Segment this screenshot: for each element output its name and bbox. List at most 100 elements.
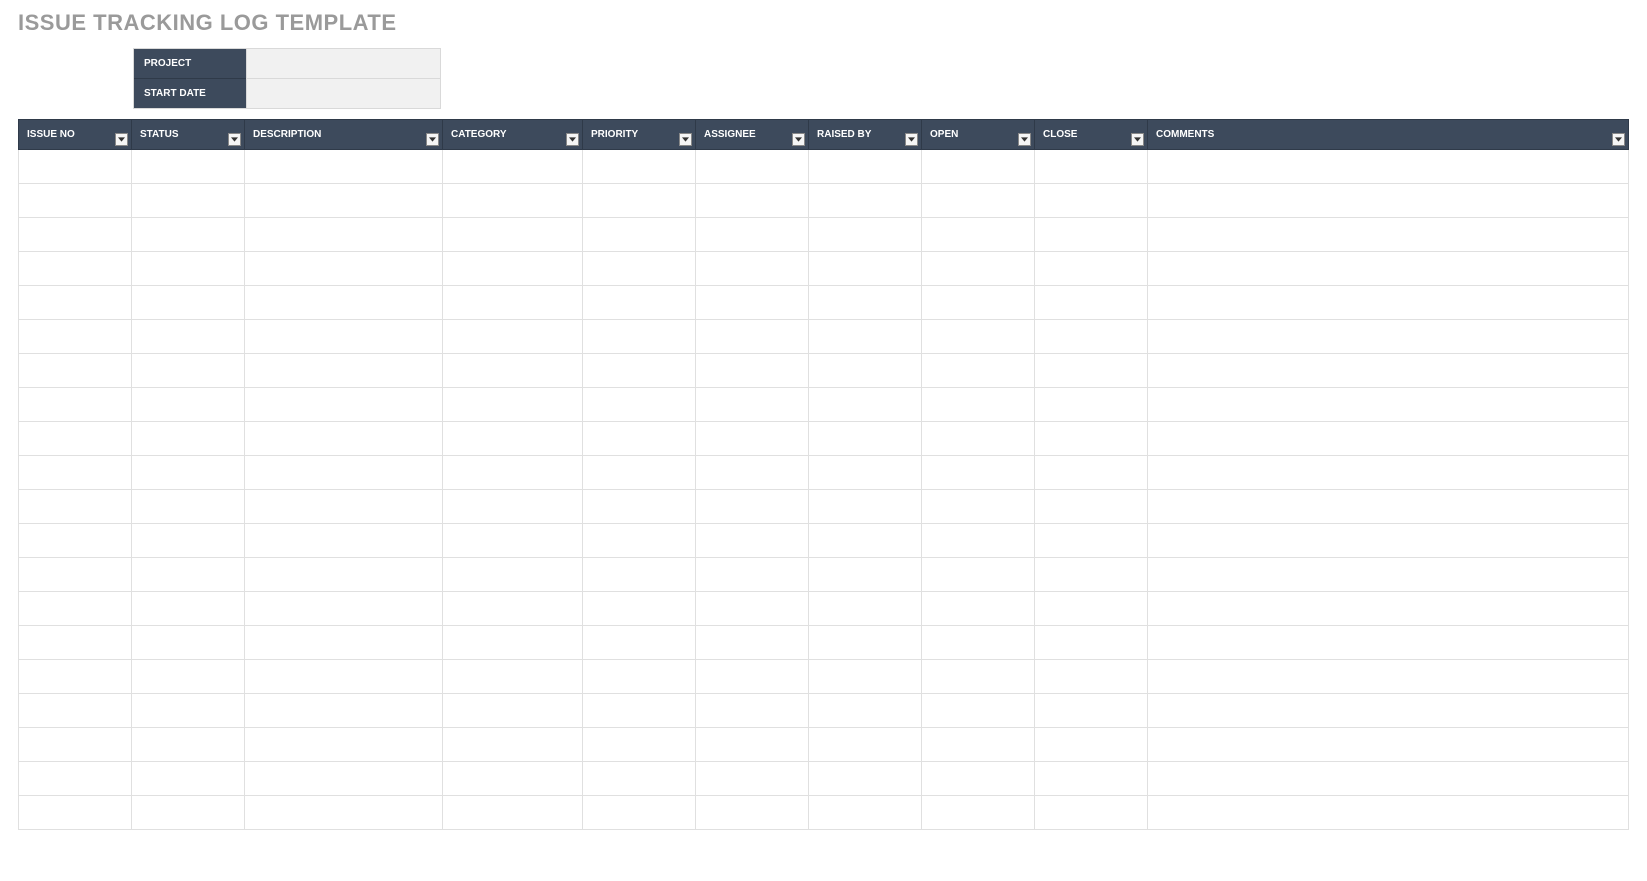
cell-issue_no[interactable] [19,286,132,320]
cell-issue_no[interactable] [19,490,132,524]
cell-raised_by[interactable] [809,388,922,422]
cell-close[interactable] [1035,252,1148,286]
cell-issue_no[interactable] [19,592,132,626]
cell-assignee[interactable] [696,218,809,252]
cell-priority[interactable] [583,422,696,456]
cell-raised_by[interactable] [809,184,922,218]
cell-close[interactable] [1035,320,1148,354]
cell-raised_by[interactable] [809,150,922,184]
cell-open[interactable] [922,252,1035,286]
cell-comments[interactable] [1148,490,1629,524]
cell-raised_by[interactable] [809,286,922,320]
cell-description[interactable] [245,456,443,490]
cell-close[interactable] [1035,524,1148,558]
cell-open[interactable] [922,456,1035,490]
cell-category[interactable] [443,218,583,252]
cell-description[interactable] [245,184,443,218]
filter-dropdown-icon[interactable] [905,133,918,146]
cell-description[interactable] [245,660,443,694]
cell-status[interactable] [132,456,245,490]
cell-description[interactable] [245,150,443,184]
cell-priority[interactable] [583,796,696,830]
cell-open[interactable] [922,286,1035,320]
cell-open[interactable] [922,218,1035,252]
cell-raised_by[interactable] [809,320,922,354]
cell-open[interactable] [922,184,1035,218]
cell-issue_no[interactable] [19,626,132,660]
cell-open[interactable] [922,660,1035,694]
cell-comments[interactable] [1148,150,1629,184]
cell-close[interactable] [1035,490,1148,524]
cell-issue_no[interactable] [19,762,132,796]
cell-category[interactable] [443,694,583,728]
cell-assignee[interactable] [696,626,809,660]
cell-priority[interactable] [583,354,696,388]
cell-comments[interactable] [1148,184,1629,218]
cell-priority[interactable] [583,762,696,796]
cell-assignee[interactable] [696,762,809,796]
cell-category[interactable] [443,150,583,184]
cell-issue_no[interactable] [19,184,132,218]
cell-category[interactable] [443,456,583,490]
cell-close[interactable] [1035,796,1148,830]
cell-assignee[interactable] [696,456,809,490]
cell-priority[interactable] [583,660,696,694]
cell-comments[interactable] [1148,626,1629,660]
cell-close[interactable] [1035,286,1148,320]
cell-status[interactable] [132,422,245,456]
cell-description[interactable] [245,252,443,286]
cell-assignee[interactable] [696,184,809,218]
cell-raised_by[interactable] [809,558,922,592]
cell-comments[interactable] [1148,796,1629,830]
cell-description[interactable] [245,728,443,762]
filter-dropdown-icon[interactable] [679,133,692,146]
cell-comments[interactable] [1148,252,1629,286]
cell-priority[interactable] [583,592,696,626]
cell-close[interactable] [1035,660,1148,694]
cell-status[interactable] [132,558,245,592]
cell-assignee[interactable] [696,694,809,728]
cell-status[interactable] [132,218,245,252]
cell-issue_no[interactable] [19,558,132,592]
cell-category[interactable] [443,422,583,456]
cell-open[interactable] [922,354,1035,388]
cell-priority[interactable] [583,252,696,286]
cell-raised_by[interactable] [809,524,922,558]
cell-priority[interactable] [583,490,696,524]
cell-open[interactable] [922,694,1035,728]
cell-comments[interactable] [1148,694,1629,728]
cell-comments[interactable] [1148,218,1629,252]
cell-comments[interactable] [1148,762,1629,796]
cell-status[interactable] [132,354,245,388]
cell-raised_by[interactable] [809,626,922,660]
cell-priority[interactable] [583,626,696,660]
filter-dropdown-icon[interactable] [566,133,579,146]
cell-issue_no[interactable] [19,660,132,694]
cell-open[interactable] [922,592,1035,626]
cell-category[interactable] [443,762,583,796]
cell-comments[interactable] [1148,524,1629,558]
cell-raised_by[interactable] [809,252,922,286]
cell-priority[interactable] [583,150,696,184]
cell-category[interactable] [443,286,583,320]
cell-status[interactable] [132,388,245,422]
cell-issue_no[interactable] [19,252,132,286]
cell-issue_no[interactable] [19,694,132,728]
cell-issue_no[interactable] [19,422,132,456]
cell-close[interactable] [1035,218,1148,252]
cell-close[interactable] [1035,388,1148,422]
cell-close[interactable] [1035,592,1148,626]
cell-category[interactable] [443,660,583,694]
cell-comments[interactable] [1148,456,1629,490]
cell-open[interactable] [922,796,1035,830]
cell-priority[interactable] [583,558,696,592]
start-date-value[interactable] [246,79,440,108]
cell-raised_by[interactable] [809,728,922,762]
cell-status[interactable] [132,694,245,728]
cell-status[interactable] [132,796,245,830]
cell-close[interactable] [1035,728,1148,762]
cell-issue_no[interactable] [19,150,132,184]
cell-status[interactable] [132,286,245,320]
cell-category[interactable] [443,490,583,524]
cell-priority[interactable] [583,320,696,354]
